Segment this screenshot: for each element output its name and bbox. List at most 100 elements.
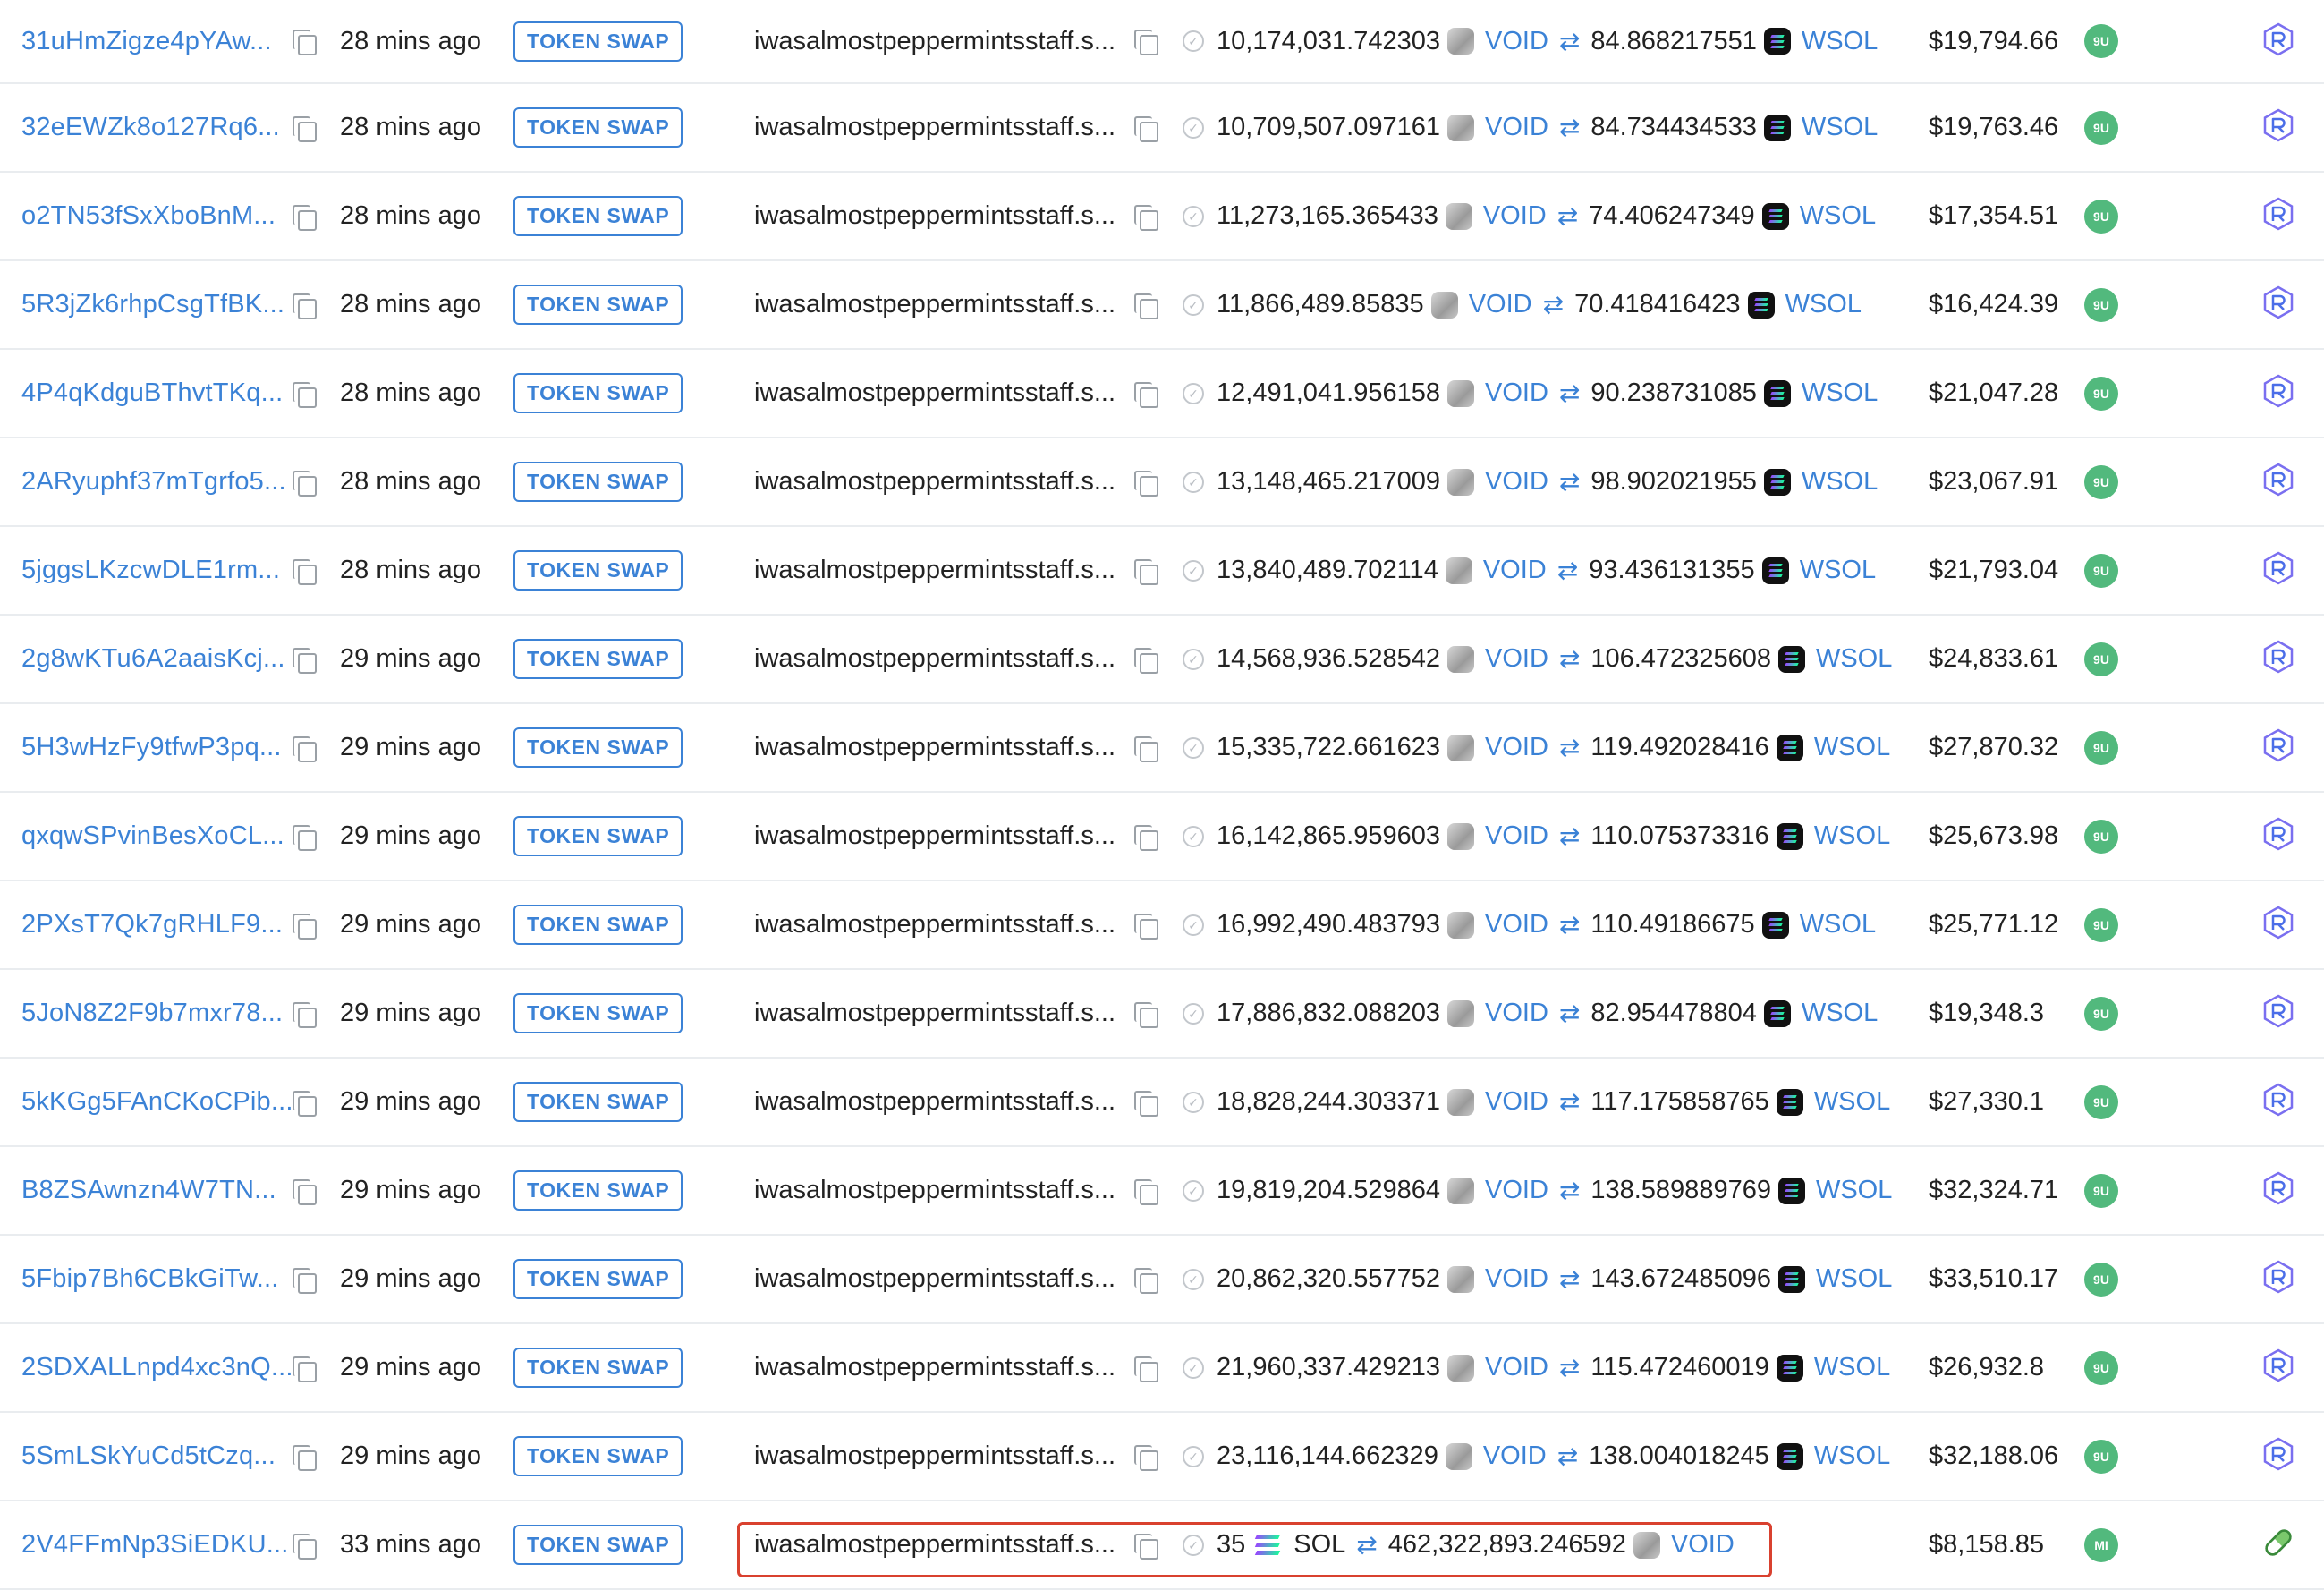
raydium-icon[interactable] <box>2260 1170 2296 1211</box>
copy-icon[interactable] <box>1134 1001 1158 1028</box>
signer-link[interactable]: iwasalmostpeppermintsstaff.s... <box>754 1501 1115 1588</box>
token-out-link[interactable]: WSOL <box>1802 27 1878 56</box>
table-row[interactable]: 5R3jZk6rhpCsgTfBK... 28 mins ago TOKEN SWA… <box>0 261 2324 350</box>
copy-icon[interactable] <box>293 647 317 674</box>
copy-icon[interactable] <box>293 1090 317 1117</box>
copy-icon[interactable] <box>1134 558 1158 585</box>
raydium-icon[interactable] <box>2260 816 2296 856</box>
signer-link[interactable]: iwasalmostpeppermintsstaff.s... <box>754 350 1115 437</box>
copy-icon[interactable] <box>1134 1444 1158 1471</box>
token-out-link[interactable]: WSOL <box>1814 821 1890 851</box>
raydium-icon[interactable] <box>2260 727 2296 768</box>
token-in-link[interactable]: VOID <box>1483 201 1547 231</box>
signer-link[interactable]: iwasalmostpeppermintsstaff.s... <box>754 793 1115 880</box>
signer-link[interactable]: iwasalmostpeppermintsstaff.s... <box>754 704 1115 791</box>
token-in-link[interactable]: VOID <box>1485 1176 1548 1205</box>
program-avatar[interactable]: 9U <box>2084 907 2118 942</box>
copy-icon[interactable] <box>1134 204 1158 231</box>
signature-link[interactable]: 5H3wHzFy9tfwP3pq... <box>21 733 282 762</box>
raydium-icon[interactable] <box>2260 1082 2296 1122</box>
signature-link[interactable]: 2ARyuphf37mTgrfo5... <box>21 467 286 497</box>
copy-icon[interactable] <box>293 735 317 762</box>
table-row[interactable]: 2V4FFmNp3SiEDKU... 33 mins ago TOKEN SWAP i… <box>0 1501 2324 1590</box>
signer-link[interactable]: iwasalmostpeppermintsstaff.s... <box>754 1236 1115 1322</box>
raydium-icon[interactable] <box>2260 21 2296 62</box>
signer-link[interactable]: iwasalmostpeppermintsstaff.s... <box>754 1413 1115 1500</box>
token-in-link[interactable]: VOID <box>1483 556 1547 585</box>
program-avatar[interactable]: 9U <box>2084 730 2118 765</box>
table-row[interactable]: 31uHmZigze4pYAw... 28 mins ago TOKEN SWAP i… <box>0 0 2324 84</box>
raydium-icon[interactable] <box>2260 993 2296 1033</box>
signature-link[interactable]: 2PXsT7Qk7gRHLF9... <box>21 910 283 940</box>
table-row[interactable]: 5kKGg5FAnCKoCPib... 29 mins ago TOKEN SWAP… <box>0 1059 2324 1147</box>
copy-icon[interactable] <box>1134 1178 1158 1205</box>
raydium-icon[interactable] <box>2260 1259 2296 1299</box>
copy-icon[interactable] <box>293 470 317 497</box>
raydium-icon[interactable] <box>2260 1348 2296 1388</box>
copy-icon[interactable] <box>293 115 317 142</box>
token-out-link[interactable]: WSOL <box>1802 467 1878 497</box>
raydium-icon[interactable] <box>2260 639 2296 679</box>
table-row[interactable]: 2SDXALLnpd4xc3nQ... 29 mins ago TOKEN SWAP… <box>0 1324 2324 1413</box>
signature-link[interactable]: 31uHmZigze4pYAw... <box>21 27 272 56</box>
copy-icon[interactable] <box>1134 647 1158 674</box>
signature-link[interactable]: 2SDXALLnpd4xc3nQ... <box>21 1353 293 1382</box>
program-avatar[interactable]: 9U <box>2084 1084 2118 1119</box>
table-row[interactable]: qxqwSPvinBesXoCL... 29 mins ago TOKEN SWAP… <box>0 793 2324 881</box>
signer-link[interactable]: iwasalmostpeppermintsstaff.s... <box>754 1324 1115 1411</box>
token-in-link[interactable]: VOID <box>1485 467 1548 497</box>
table-row[interactable]: 5jggsLKzcwDLE1rm... 28 mins ago TOKEN SWAP… <box>0 527 2324 616</box>
program-avatar[interactable]: 9U <box>2084 1439 2118 1474</box>
pill-icon[interactable] <box>2260 1525 2296 1565</box>
signature-link[interactable]: 5kKGg5FAnCKoCPib... <box>21 1087 293 1117</box>
token-in-link[interactable]: VOID <box>1485 644 1548 674</box>
token-out-link[interactable]: WSOL <box>1814 1087 1890 1117</box>
signature-link[interactable]: 5R3jZk6rhpCsgTfBK... <box>21 290 284 319</box>
raydium-icon[interactable] <box>2260 107 2296 148</box>
copy-icon[interactable] <box>1134 381 1158 408</box>
token-in-link[interactable]: VOID <box>1485 1353 1548 1382</box>
token-out-link[interactable]: WSOL <box>1814 1441 1890 1471</box>
signature-link[interactable]: 5jggsLKzcwDLE1rm... <box>21 556 280 585</box>
copy-icon[interactable] <box>1134 913 1158 940</box>
copy-icon[interactable] <box>293 913 317 940</box>
program-avatar[interactable]: 9U <box>2084 642 2118 676</box>
signer-link[interactable]: iwasalmostpeppermintsstaff.s... <box>754 438 1115 525</box>
program-avatar[interactable]: MI <box>2084 1527 2118 1562</box>
copy-icon[interactable] <box>1134 293 1158 319</box>
program-avatar[interactable]: 9U <box>2084 819 2118 854</box>
signature-link[interactable]: 2V4FFmNp3SiEDKU... <box>21 1530 289 1560</box>
signer-link[interactable]: iwasalmostpeppermintsstaff.s... <box>754 173 1115 259</box>
program-avatar[interactable]: 9U <box>2084 199 2118 234</box>
copy-icon[interactable] <box>293 1178 317 1205</box>
signature-link[interactable]: 2g8wKTu6A2aaisKcj... <box>21 644 285 674</box>
signer-link[interactable]: iwasalmostpeppermintsstaff.s... <box>754 1059 1115 1145</box>
copy-icon[interactable] <box>1134 30 1158 55</box>
program-avatar[interactable]: 9U <box>2084 1350 2118 1385</box>
copy-icon[interactable] <box>1134 1267 1158 1294</box>
copy-icon[interactable] <box>293 558 317 585</box>
copy-icon[interactable] <box>1134 1090 1158 1117</box>
copy-icon[interactable] <box>1134 824 1158 851</box>
token-out-link[interactable]: WSOL <box>1816 644 1892 674</box>
signature-link[interactable]: qxqwSPvinBesXoCL... <box>21 821 284 851</box>
token-out-link[interactable]: WSOL <box>1802 999 1878 1028</box>
program-avatar[interactable]: 9U <box>2084 287 2118 322</box>
raydium-icon[interactable] <box>2260 1436 2296 1476</box>
program-avatar[interactable]: 9U <box>2084 110 2118 145</box>
copy-icon[interactable] <box>293 1533 317 1560</box>
raydium-icon[interactable] <box>2260 905 2296 945</box>
table-row[interactable]: B8ZSAwnzn4W7TN... 29 mins ago TOKEN SWAP iw… <box>0 1147 2324 1236</box>
program-avatar[interactable]: 9U <box>2084 553 2118 588</box>
token-in-link[interactable]: VOID <box>1485 27 1548 56</box>
copy-icon[interactable] <box>1134 1356 1158 1382</box>
table-row[interactable]: 5SmLSkYuCd5tCzq... 29 mins ago TOKEN SWAP i… <box>0 1413 2324 1501</box>
token-in-link[interactable]: VOID <box>1485 1087 1548 1117</box>
table-row[interactable]: 2g8wKTu6A2aaisKcj... 29 mins ago TOKEN SWA… <box>0 616 2324 704</box>
token-out-link[interactable]: WSOL <box>1802 113 1878 142</box>
program-avatar[interactable]: 9U <box>2084 464 2118 499</box>
token-in-link[interactable]: VOID <box>1483 1441 1547 1471</box>
copy-icon[interactable] <box>1134 115 1158 142</box>
table-row[interactable]: 5JoN8Z2F9b7mxr78... 29 mins ago TOKEN SWAP… <box>0 970 2324 1059</box>
token-out-link[interactable]: WSOL <box>1800 910 1876 940</box>
